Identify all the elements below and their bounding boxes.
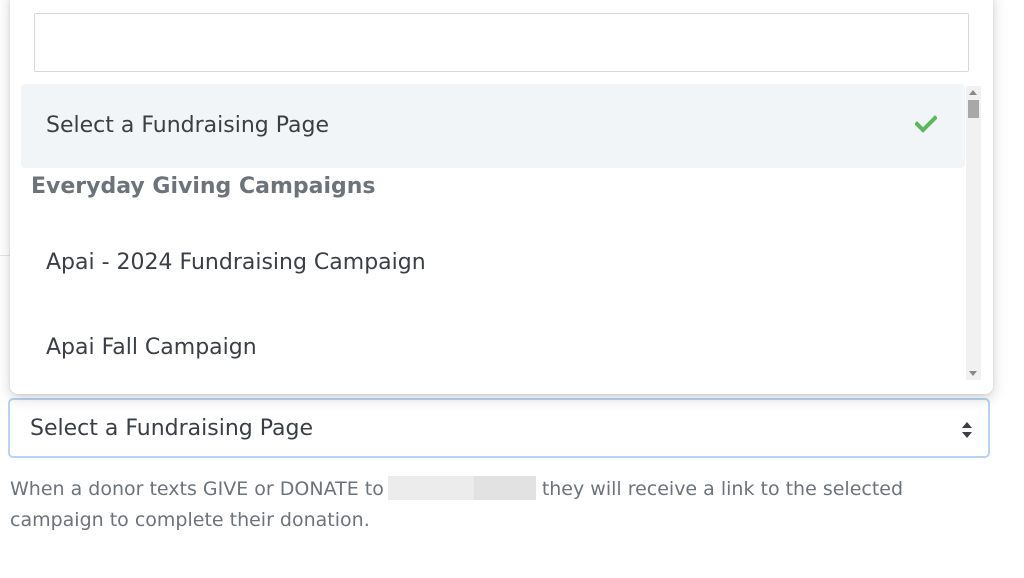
option-label: Apai - 2024 Fundraising Campaign: [46, 250, 426, 275]
help-text-before: When a donor texts GIVE or DONATE to: [10, 478, 384, 500]
redacted-phone-number: [387, 476, 536, 500]
select-value: Select a Fundraising Page: [30, 416, 314, 441]
scroll-down-arrow-icon[interactable]: [969, 371, 977, 376]
option-select-a-fundraising-page[interactable]: Select a Fundraising Page: [21, 84, 965, 168]
help-text: When a donor texts GIVE or DONATE to they…: [10, 474, 940, 536]
scrollbar-thumb[interactable]: [968, 100, 979, 118]
dropdown-search-input[interactable]: [34, 13, 969, 72]
option-label: Apai Fall Campaign: [46, 335, 257, 360]
scroll-up-arrow-icon[interactable]: [969, 90, 977, 95]
option-label: Select a Fundraising Page: [46, 113, 330, 138]
sort-arrows-icon: [962, 422, 972, 438]
check-icon: [915, 115, 937, 133]
fundraising-page-form: Select a Fundraising Page When a donor t…: [0, 0, 1024, 578]
select-dropdown-panel: Select a Fundraising Page Everyday Givin…: [10, 0, 993, 394]
option-apai-fall-campaign[interactable]: Apai Fall Campaign: [21, 306, 965, 384]
dropdown-scrollbar[interactable]: [966, 86, 981, 380]
dropdown-option-list[interactable]: Select a Fundraising Page Everyday Givin…: [21, 84, 965, 384]
option-apai-2024-fundraising-campaign[interactable]: Apai - 2024 Fundraising Campaign: [21, 221, 965, 305]
option-group-label: Everyday Giving Campaigns: [31, 174, 376, 199]
fundraising-page-select[interactable]: Select a Fundraising Page: [8, 398, 990, 458]
